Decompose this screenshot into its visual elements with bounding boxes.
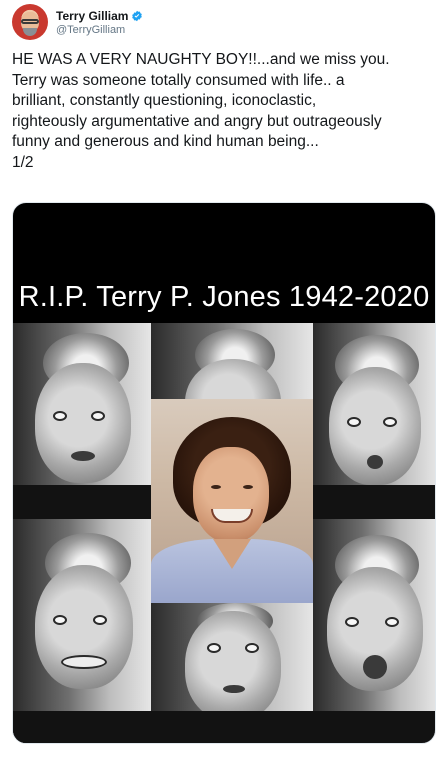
tweet-text-line: Terry was someone totally consumed with … xyxy=(12,71,345,89)
tweet-text-line: brilliant, constantly questioning, icono… xyxy=(12,92,317,109)
tweet-text-line: HE WAS A VERY NAUGHTY BOY!!...and we mis… xyxy=(12,51,390,68)
author-names: Terry Gilliam @TerryGilliam xyxy=(56,9,143,36)
tweet-media-image[interactable]: R.I.P. Terry P. Jones 1942-2020 xyxy=(12,202,436,744)
bw-portrait xyxy=(313,519,435,743)
color-portrait xyxy=(151,399,313,603)
tweet-text-line: 1/2 xyxy=(12,153,34,171)
tweet-text-line: righteously argumentative and angry but … xyxy=(12,112,382,130)
bw-portrait xyxy=(313,323,435,519)
bw-portrait xyxy=(13,323,151,519)
bw-portrait xyxy=(151,323,313,399)
media-caption: R.I.P. Terry P. Jones 1942-2020 xyxy=(18,281,430,313)
author-display-name[interactable]: Terry Gilliam xyxy=(56,9,128,23)
author-avatar[interactable] xyxy=(12,4,48,40)
author-handle[interactable]: @TerryGilliam xyxy=(56,24,143,36)
tweet-header: Terry Gilliam @TerryGilliam xyxy=(12,2,143,42)
tweet-text: HE WAS A VERY NAUGHTY BOY!!...and we mis… xyxy=(12,50,432,173)
tweet: Terry Gilliam @TerryGilliam HE WAS A VER… xyxy=(0,0,440,758)
bw-portrait xyxy=(13,519,151,743)
verified-badge-icon xyxy=(132,10,143,21)
tweet-text-line: funny and generous and kind human being.… xyxy=(12,133,319,150)
bw-portrait xyxy=(151,603,313,743)
